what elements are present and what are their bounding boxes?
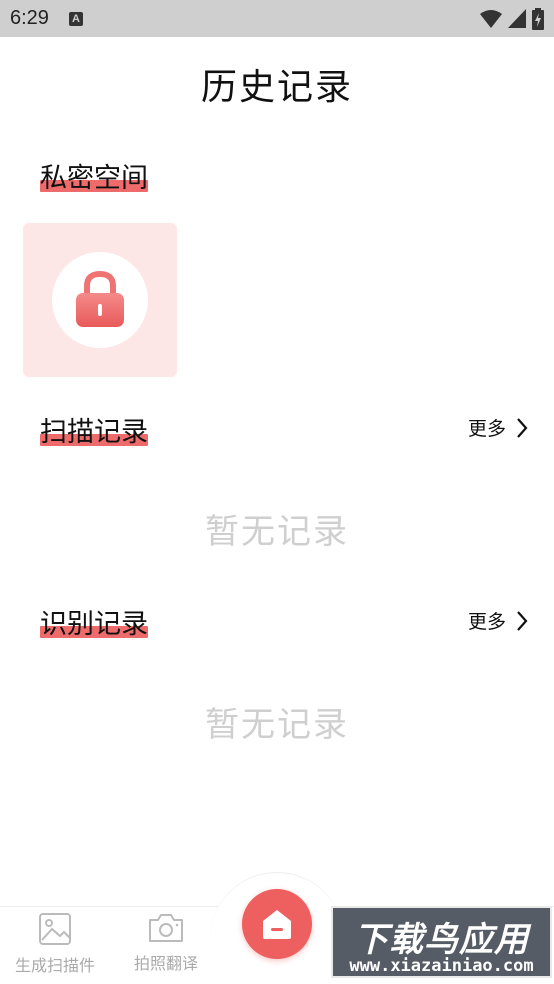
more-label: 更多 [467,611,506,633]
recognition-records-heading: 识别记录 [40,602,148,640]
home-fab-button[interactable] [242,889,312,959]
nav-item-label: 拍照翻译 [133,954,198,973]
wifi-icon [480,10,502,28]
camera-icon [149,914,183,942]
recognition-records-heading-label: 识别记录 [40,609,148,640]
private-space-circle [52,252,148,348]
battery-icon [532,8,544,30]
home-icon [263,910,291,939]
status-bar: 6:29 A [0,0,554,37]
status-time: 6:29 [10,7,49,29]
scan-records-more-link[interactable]: 更多 [468,414,528,441]
chevron-right-icon [517,417,528,438]
private-space-card[interactable] [23,223,177,377]
cell-signal-icon [508,9,526,28]
recognition-records-empty-text: 暂无记录 [205,705,349,745]
image-icon [39,913,71,945]
lock-icon [76,271,124,327]
more-label: 更多 [467,418,506,440]
chevron-right-icon [517,610,528,631]
scan-records-heading: 扫描记录 [40,410,148,448]
watermark-badge: 下载鸟应用 www.xiazainiao.com [331,906,552,978]
nav-item-photo-translate[interactable]: 拍照翻译 [111,912,221,974]
nav-item-generate-scan[interactable]: 生成扫描件 [0,912,110,976]
status-icons [480,8,544,30]
nav-item-label: 生成扫描件 [14,956,95,975]
scan-records-heading-label: 扫描记录 [40,417,148,448]
watermark-url: www.xiazainiao.com [349,956,534,976]
page-title: 历史记录 [200,67,353,108]
private-space-heading-label: 私密空间 [40,163,148,194]
notification-a-icon: A [68,11,83,26]
private-space-heading: 私密空间 [40,156,148,194]
recognition-records-more-link[interactable]: 更多 [468,607,528,634]
watermark-title: 下载鸟应用 [354,920,529,960]
scan-records-empty-text: 暂无记录 [205,512,349,552]
